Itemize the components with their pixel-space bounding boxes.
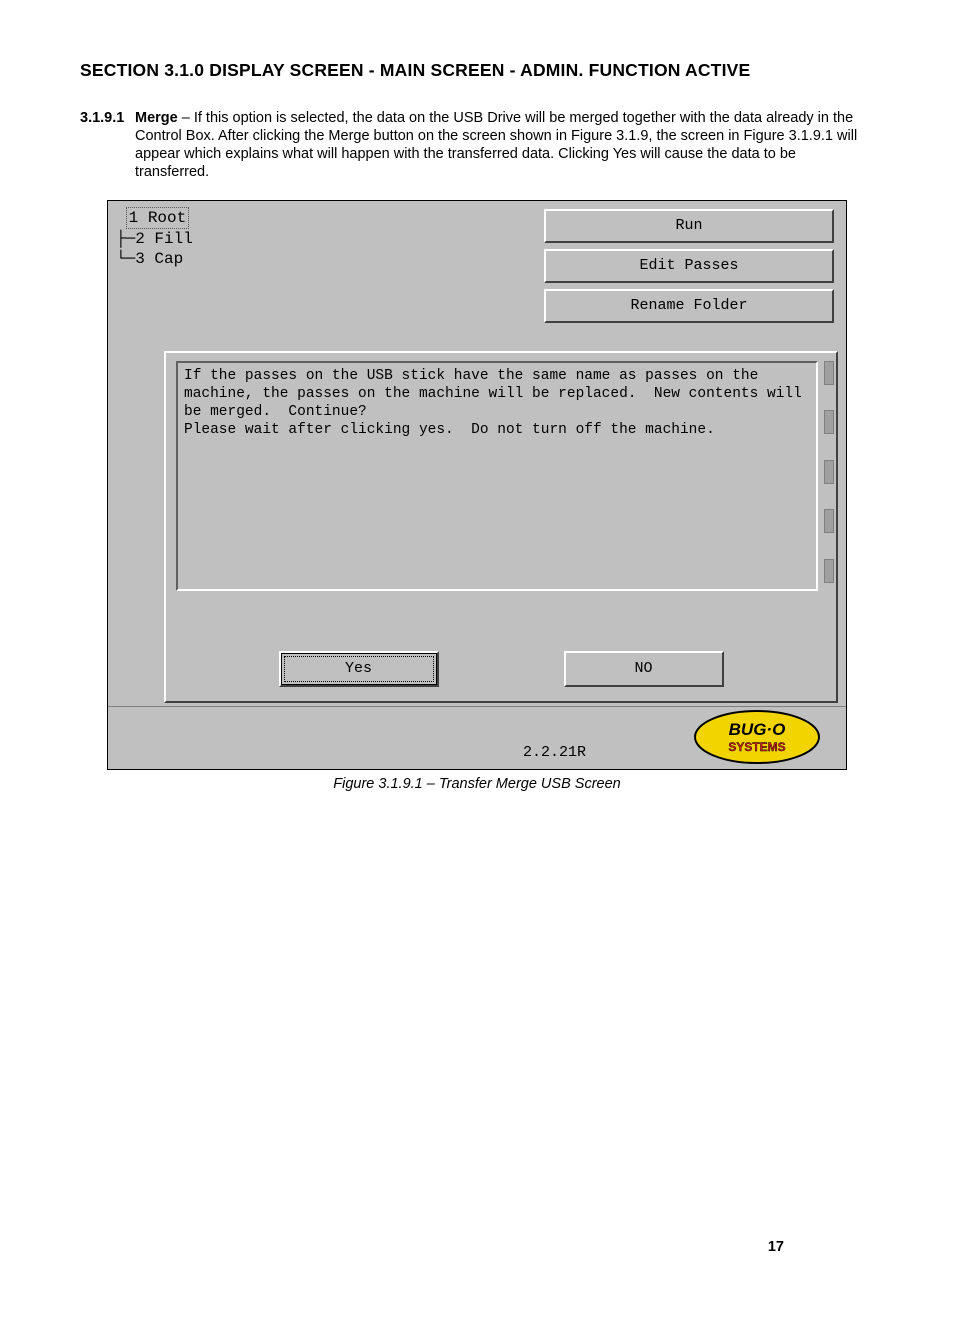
dialog-scrollbar[interactable] <box>824 361 832 591</box>
section-heading: SECTION 3.1.0 DISPLAY SCREEN - MAIN SCRE… <box>80 60 874 81</box>
tree-item-root[interactable]: 1 Root <box>116 207 193 229</box>
rename-folder-button[interactable]: Rename Folder <box>544 289 834 323</box>
tree-list: 1 Root ├─2 Fill └─3 Cap <box>116 207 193 269</box>
page-number: 17 <box>768 1239 784 1255</box>
status-bar: 2.2.21R BUG·O SYSTEMS <box>108 706 846 769</box>
yes-button[interactable]: Yes <box>279 651 439 687</box>
tree-label: 1 Root <box>126 207 190 229</box>
tree-label: 3 Cap <box>135 250 183 268</box>
paragraph-label: Merge <box>135 110 178 126</box>
tree-item-fill[interactable]: ├─2 Fill <box>116 229 193 249</box>
paragraph-body: Merge – If this option is selected, the … <box>135 109 874 182</box>
svg-text:BUG·O: BUG·O <box>729 720 786 739</box>
tree-item-cap[interactable]: └─3 Cap <box>116 249 193 269</box>
paragraph-text: – If this option is selected, the data o… <box>135 110 857 180</box>
no-button[interactable]: NO <box>564 651 724 687</box>
merge-dialog: If the passes on the USB stick have the … <box>164 351 838 703</box>
side-button-column: Run Edit Passes Rename Folder <box>544 209 834 329</box>
figure: 1 Root ├─2 Fill └─3 Cap Run Edit Passes … <box>80 200 874 792</box>
paragraph-number: 3.1.9.1 <box>80 109 135 182</box>
tree-label: 2 Fill <box>135 230 193 248</box>
tree-prefix <box>116 209 126 227</box>
tree-prefix: └─ <box>116 250 135 268</box>
tree-prefix: ├─ <box>116 230 135 248</box>
version-label: 2.2.21R <box>523 744 586 761</box>
bug-o-logo-icon: BUG·O SYSTEMS <box>692 709 822 765</box>
bug-o-logo: BUG·O SYSTEMS <box>692 709 822 765</box>
screenshot-panel: 1 Root ├─2 Fill └─3 Cap Run Edit Passes … <box>107 200 847 770</box>
run-button[interactable]: Run <box>544 209 834 243</box>
dialog-message: If the passes on the USB stick have the … <box>176 361 818 591</box>
svg-text:SYSTEMS: SYSTEMS <box>728 740 785 754</box>
edit-passes-button[interactable]: Edit Passes <box>544 249 834 283</box>
figure-caption: Figure 3.1.9.1 – Transfer Merge USB Scre… <box>80 776 874 792</box>
paragraph: 3.1.9.1 Merge – If this option is select… <box>80 109 874 182</box>
